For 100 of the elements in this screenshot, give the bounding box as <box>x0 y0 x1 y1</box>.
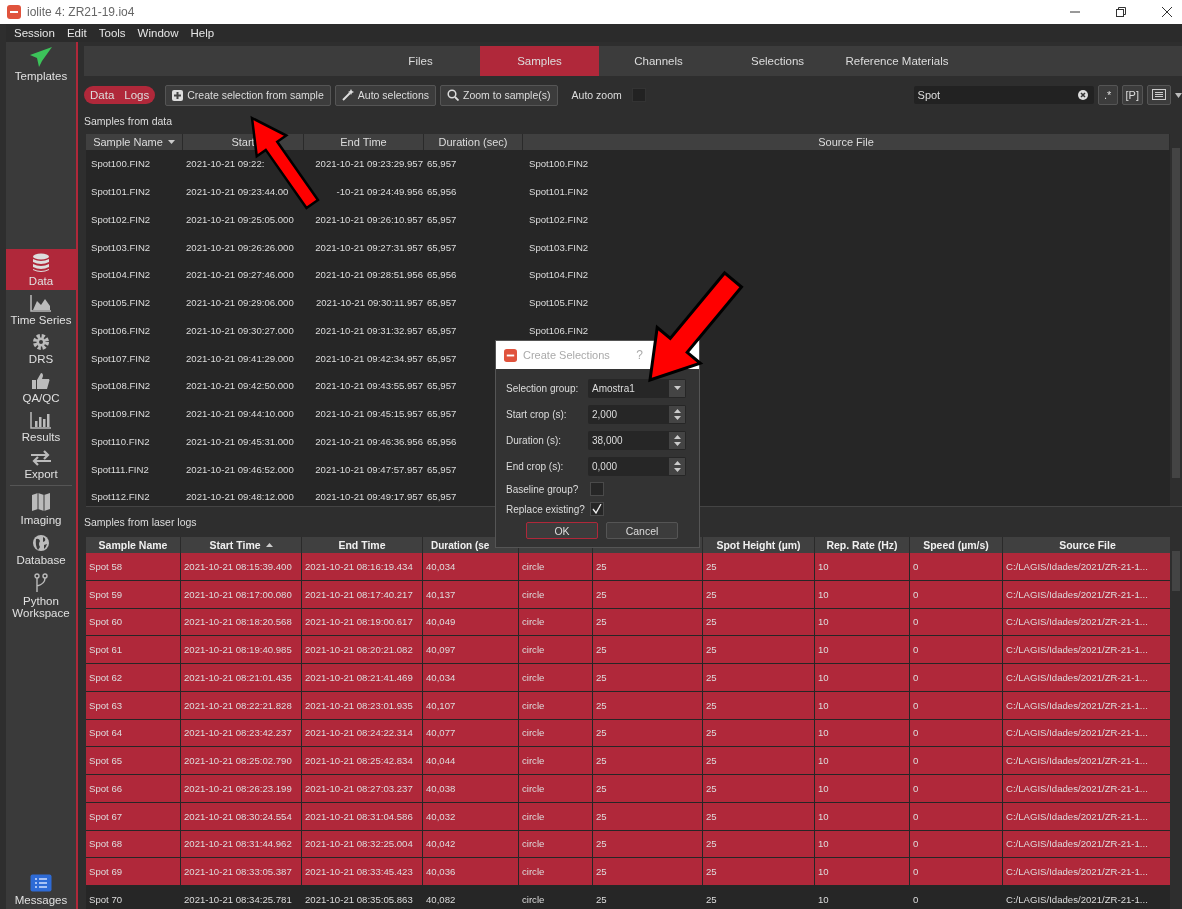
menu-item[interactable]: Window <box>137 27 179 39</box>
clear-icon[interactable] <box>1077 90 1088 100</box>
table-cell: circle <box>522 588 545 600</box>
tab[interactable]: Reference Materials <box>837 46 957 76</box>
table-cell: 25 <box>706 755 717 767</box>
table-cell: 40,097 <box>426 644 456 656</box>
column-header[interactable]: End Time <box>304 134 424 150</box>
sidebar-item[interactable]: Data <box>6 249 76 291</box>
table-row[interactable]: Spot 62 2021-10-21 08:21:01.435 2021-10-21 08:21:41.469 40,034 circle 25 25 10 0 C:/LAGIS/Idades/2021/ZR-21-1... <box>86 664 1170 692</box>
sidebar-item[interactable]: QA/QC <box>6 368 76 408</box>
table-row[interactable]: Spot 68 2021-10-21 08:31:44.962 2021-10-21 08:32:25.004 40,042 circle 25 25 10 0 C:/LAGIS/Idades/2021/ZR-21-1... <box>86 830 1170 859</box>
table-cell: 0 <box>913 866 919 878</box>
table-row[interactable]: Spot 65 2021-10-21 08:25:02.790 2021-10-21 08:25:42.834 40,044 circle 25 25 10 0 C:/LAGIS/Idades/2021/ZR-21-1... <box>86 747 1170 775</box>
table-cell: 0 <box>913 838 919 850</box>
column-header[interactable]: Duration (sec) <box>424 134 523 150</box>
table-row[interactable]: Spot 69 2021-10-21 08:33:05.387 2021-10-21 08:33:45.423 40,036 circle 25 25 10 0 C:/LAGIS/Idades/2021/ZR-21-1... <box>86 858 1170 886</box>
table-cell: 25 <box>596 616 607 628</box>
table-cell: circle <box>522 893 545 905</box>
table-cell: 65,957 <box>427 158 457 170</box>
table-cell: 2021-10-21 09:27:46.000 <box>186 269 294 281</box>
tab[interactable]: Selections <box>718 46 837 76</box>
table-cell: 2021-10-21 09:44:10.000 <box>186 408 294 420</box>
table-cell: Spot110.FIN2 <box>91 435 150 447</box>
database-icon <box>32 253 50 274</box>
table-row[interactable]: Spot 59 2021-10-21 08:17:00.080 2021-10-21 08:17:40.217 40,137 circle 25 25 10 0 C:/LAGIS/Idades/2021/ZR-21-1... <box>86 580 1170 609</box>
map-icon <box>31 492 51 513</box>
table-cell: 25 <box>596 727 607 739</box>
table-row[interactable]: Spot 60 2021-10-21 08:18:20.568 2021-10-21 08:19:00.617 40,049 circle 25 25 10 0 C:/LAGIS/Idades/2021/ZR-21-1... <box>86 608 1170 637</box>
table-cell: 10 <box>818 644 829 656</box>
table-row[interactable]: Spot 66 2021-10-21 08:26:23.199 2021-10-21 08:27:03.237 40,038 circle 25 25 10 0 C:/LAGIS/Idades/2021/ZR-21-1... <box>86 775 1170 803</box>
table-cell: 2021-10-21 09:22: <box>186 158 265 170</box>
table-row[interactable]: Spot 63 2021-10-21 08:22:21.828 2021-10-21 08:23:01.935 40,107 circle 25 25 10 0 C:/LAGIS/Idades/2021/ZR-21-1... <box>86 691 1170 720</box>
tab[interactable]: Samples <box>480 46 599 76</box>
regex-button[interactable]: .* <box>1097 85 1118 105</box>
tab[interactable]: Channels <box>599 46 718 76</box>
sidebar-item[interactable]: Results <box>6 407 76 447</box>
menu-item[interactable]: Help <box>190 27 215 39</box>
dialog-button[interactable]: Cancel <box>606 522 678 539</box>
table-cell: C:/LAGIS/Idades/2021/ZR-21-1... <box>1006 755 1148 767</box>
scrollbar[interactable] <box>1170 134 1182 506</box>
table-row[interactable]: Spot 67 2021-10-21 08:30:24.554 2021-10-21 08:31:04.586 40,032 circle 25 25 10 0 C:/LAGIS/Idades/2021/ZR-21-1... <box>86 802 1170 831</box>
sidebar-item[interactable]: Messages <box>6 869 76 909</box>
table-cell: 2021-10-21 08:17:40.217 <box>305 588 413 600</box>
table-cell: Spot 67 <box>89 810 123 822</box>
table-cell: 2021-10-21 08:35:05.863 <box>305 893 413 905</box>
scrollbar[interactable] <box>1170 537 1182 909</box>
table-cell: 10 <box>818 699 829 711</box>
sidebar-item[interactable]: Export <box>6 446 76 484</box>
toolbar-button[interactable]: Auto selections <box>334 84 436 106</box>
number-spinbox[interactable]: 2,000 <box>588 404 686 424</box>
number-spinbox[interactable]: 38,000 <box>588 430 686 450</box>
selection-group-dropdown[interactable]: Amostra1 <box>588 378 686 398</box>
menu-item[interactable]: Edit <box>66 27 87 39</box>
toolbar-button[interactable]: Zoom to sample(s) <box>440 84 558 106</box>
table-row[interactable]: Spot 58 2021-10-21 08:15:39.400 2021-10-21 08:16:19.434 40,034 circle 25 25 10 0 C:/LAGIS/Idades/2021/ZR-21-1... <box>86 553 1170 581</box>
table-cell: 0 <box>913 810 919 822</box>
restore-icon[interactable] <box>1116 7 1126 17</box>
data-logs-toggle[interactable]: Data Logs <box>84 86 156 104</box>
checkbox[interactable] <box>590 502 604 516</box>
dialog-button[interactable]: OK <box>526 522 598 539</box>
table-cell: 25 <box>596 782 607 794</box>
table-cell: circle <box>522 560 545 572</box>
table-cell: C:/LAGIS/Idades/2021/ZR-21-1... <box>1006 893 1148 905</box>
sidebar-item[interactable]: DRS <box>6 329 76 369</box>
sidebar-item[interactable]: Imaging <box>6 488 76 530</box>
table-cell: 25 <box>706 560 717 572</box>
dropdown-caret-icon[interactable] <box>1175 92 1182 98</box>
columns-button[interactable] <box>1147 85 1171 105</box>
table-cell: Spot 59 <box>89 588 123 600</box>
search-field[interactable]: Spot <box>913 86 1094 104</box>
table-row[interactable]: Spot 61 2021-10-21 08:19:40.985 2021-10-21 08:20:21.082 40,097 circle 25 25 10 0 C:/LAGIS/Idades/2021/ZR-21-1... <box>86 636 1170 664</box>
menu-item[interactable]: Tools <box>98 27 126 39</box>
table-cell: 25 <box>596 755 607 767</box>
table-cell: circle <box>522 699 545 711</box>
tab[interactable]: Files <box>361 46 480 76</box>
table-cell: 10 <box>818 782 829 794</box>
table-cell: 2021-10-21 08:26:23.199 <box>184 782 292 794</box>
sidebar-item[interactable]: Time Series <box>6 290 76 330</box>
table-cell: 25 <box>596 560 607 572</box>
sidebar-item[interactable]: Python Workspace <box>6 568 76 622</box>
table-cell: 2021-10-21 08:25:02.790 <box>184 755 292 767</box>
p-button[interactable]: [P] <box>1121 85 1143 105</box>
table-cell: Spot 58 <box>89 560 123 572</box>
toolbar-button[interactable]: Create selection from sample <box>165 84 331 106</box>
table-cell: 2021-10-21 09:45:31.000 <box>186 435 294 447</box>
table-cell: 65,956 <box>427 186 457 198</box>
table-cell: 65,957 <box>427 213 457 225</box>
sidebar-item[interactable]: Database <box>6 529 76 569</box>
table-cell: 2021-10-21 09:31:32.957 <box>315 324 423 336</box>
table-cell: 10 <box>818 866 829 878</box>
window-title: iolite 4: ZR21-19.io4 <box>27 5 135 19</box>
number-spinbox[interactable]: 0,000 <box>588 456 686 476</box>
checkbox[interactable] <box>590 482 604 496</box>
menu-item[interactable]: Session <box>14 27 55 39</box>
table-cell: Spot104.FIN2 <box>529 269 589 281</box>
column-header[interactable]: Sample Name <box>86 134 183 150</box>
sidebar-item[interactable]: Templates <box>6 42 76 86</box>
table-cell: 65,956 <box>427 269 457 281</box>
close-icon[interactable] <box>1162 7 1172 17</box>
table-row[interactable]: Spot 64 2021-10-21 08:23:42.237 2021-10-21 08:24:22.314 40,077 circle 25 25 10 0 C:/LAGIS/Idades/2021/ZR-21-1... <box>86 719 1170 748</box>
